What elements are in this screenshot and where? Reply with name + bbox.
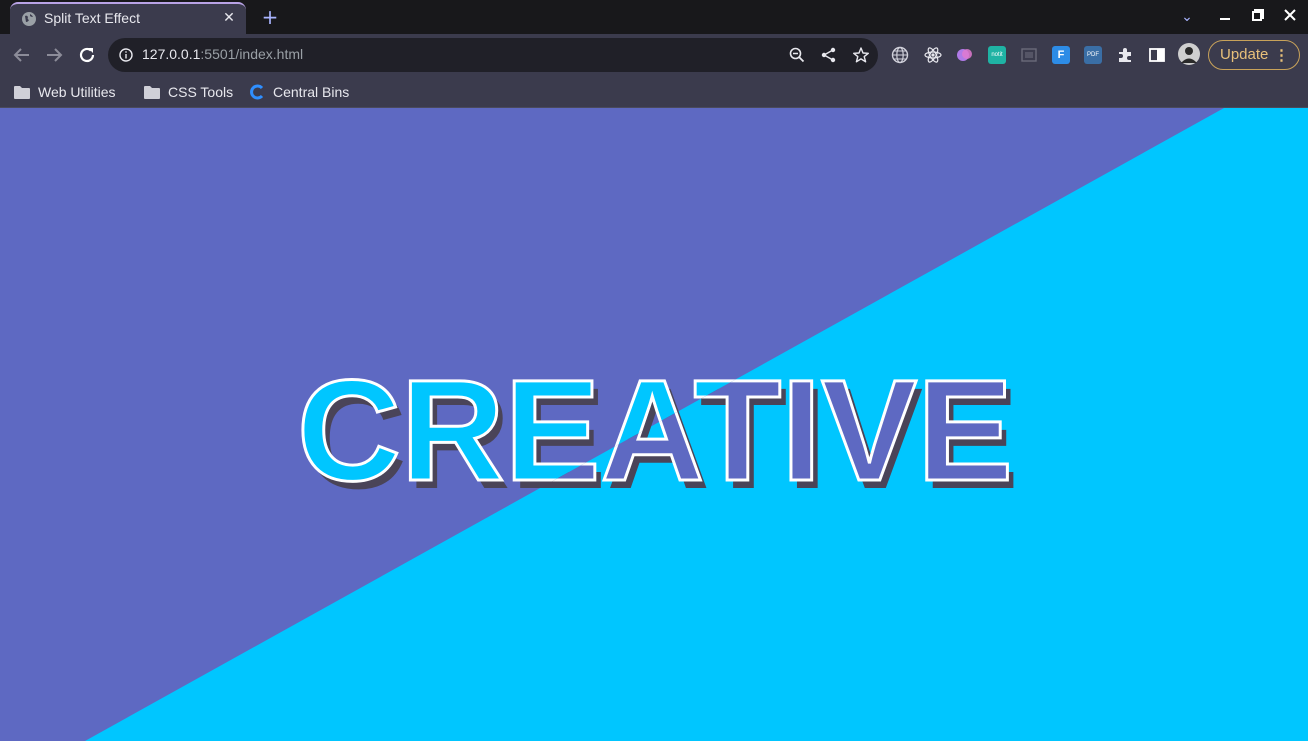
screenshot-extension-icon[interactable]	[1020, 46, 1038, 64]
back-arrow-icon[interactable]	[10, 43, 34, 67]
update-button[interactable]: Update ⋮	[1208, 40, 1300, 70]
update-label: Update	[1220, 46, 1269, 63]
color-picker-extension-icon[interactable]	[956, 46, 974, 64]
new-tab-button[interactable]: +	[258, 5, 282, 29]
close-icon	[1284, 9, 1296, 21]
react-devtools-icon[interactable]	[924, 46, 942, 64]
bookmark-css-tools[interactable]: CSS Tools	[144, 81, 233, 103]
site-info-icon[interactable]	[119, 48, 133, 62]
bookmark-label: CSS Tools	[168, 84, 234, 100]
figma-extension-icon[interactable]: F	[1052, 46, 1070, 64]
tab-close-icon[interactable]: ✕	[220, 9, 238, 27]
tab-search-icon[interactable]: ⌄	[1176, 7, 1198, 27]
url-path: :5501/index.html	[200, 46, 304, 62]
globe-icon	[22, 12, 36, 26]
folder-icon	[144, 86, 160, 99]
close-window-button[interactable]	[1279, 7, 1301, 27]
bookmarks-bar: Web Utilities CSS Tools Central Bins	[0, 76, 1308, 108]
bookmark-label: Web Utilities	[38, 84, 116, 100]
forward-arrow-icon[interactable]	[42, 43, 66, 67]
menu-dots-icon: ⋮	[1274, 47, 1289, 64]
globe-extension-icon[interactable]	[891, 46, 909, 64]
tab-strip: Split Text Effect ✕ + ⌄	[0, 0, 1308, 34]
restore-icon	[1252, 9, 1264, 21]
bookmark-central-bins[interactable]: Central Bins	[249, 81, 349, 103]
url-host: 127.0.0.1	[142, 46, 201, 62]
bookmark-label: Central Bins	[273, 84, 350, 100]
share-icon[interactable]	[820, 46, 838, 64]
minimize-icon	[1220, 18, 1230, 20]
zoom-out-icon[interactable]	[788, 46, 806, 64]
folder-icon	[14, 86, 30, 99]
bookmark-star-icon[interactable]	[852, 46, 870, 64]
tab-title: Split Text Effect	[44, 10, 140, 26]
browser-tab[interactable]: Split Text Effect ✕	[10, 2, 246, 34]
page-viewport: CREATIVE CREATIVE CREATIVE	[0, 108, 1308, 741]
browser-toolbar: 127.0.0.1:5501/index.html notit F PDF Up…	[0, 34, 1308, 76]
notit-extension-icon[interactable]: notit	[988, 46, 1006, 64]
restore-button[interactable]	[1247, 7, 1269, 27]
address-bar[interactable]: 127.0.0.1:5501/index.html	[108, 38, 878, 72]
profile-avatar-icon[interactable]	[1178, 43, 1200, 65]
headline-graphic: CREATIVE CREATIVE CREATIVE	[296, 349, 1020, 520]
central-bins-icon	[250, 84, 264, 100]
minimize-button[interactable]	[1214, 7, 1236, 27]
puzzle-extensions-icon[interactable]	[1116, 46, 1134, 64]
url-text[interactable]: 127.0.0.1:5501/index.html	[142, 46, 303, 62]
reload-icon[interactable]	[75, 43, 99, 67]
side-panel-icon[interactable]	[1148, 46, 1166, 64]
bookmark-web-utilities[interactable]: Web Utilities	[14, 81, 116, 103]
pdf-extension-icon[interactable]: PDF	[1084, 46, 1102, 64]
